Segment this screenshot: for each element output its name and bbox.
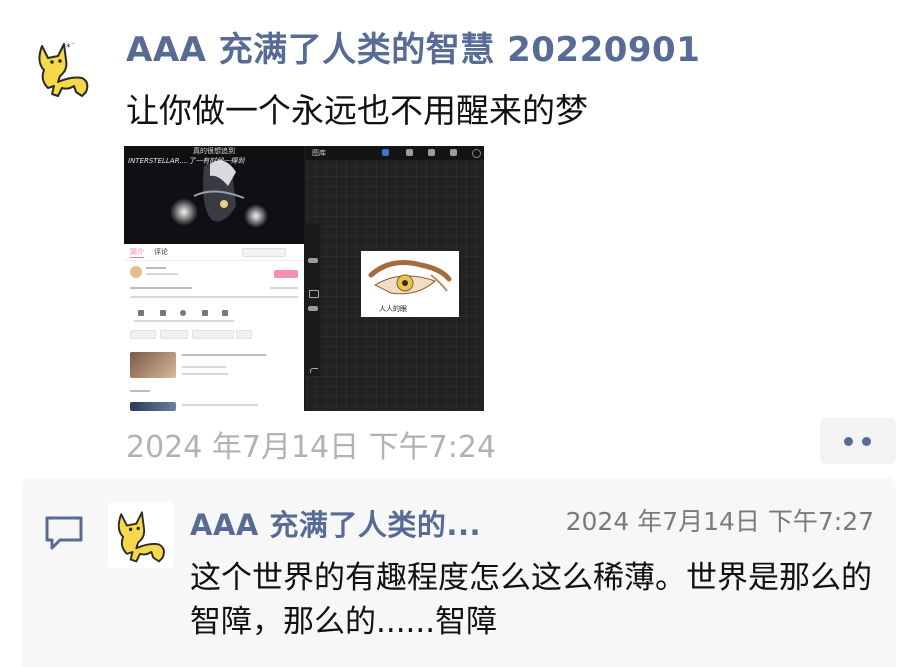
comment-avatar[interactable] [108,502,174,568]
post-timestamp: 2024 年7月14日 下午7:24 [126,430,497,465]
danmaku-input [242,248,286,257]
drawing-toolbar [306,146,484,160]
post-author-name[interactable]: AAA 充满了人类的智慧 20220901 [126,22,700,71]
smudge-icon [406,149,413,156]
more-button[interactable] [820,418,896,464]
cat-avatar-icon[interactable]: * . [28,36,98,100]
eye-drawing: 人人的眼 [361,251,459,317]
gallery-back: 图库 [312,149,326,157]
like-icon [138,310,144,316]
eraser-icon [428,149,435,156]
related-thumbnail [130,352,176,378]
video-tabs: 简介 评论 [124,244,304,261]
more-dots-icon [844,437,853,446]
brush-icon [382,149,389,156]
layers-icon [450,149,457,156]
video-caption: INTERSTELLAR....了一有时候一得到 [128,157,245,165]
undo-icon [310,368,318,373]
follow-button [274,270,298,278]
video-title: 真的很想追到 [124,146,304,156]
drawing-signature: 人人的眼 [379,304,407,313]
tab-comments: 评论 [154,248,168,256]
comment-bubble-icon [44,514,84,552]
comment-timestamp: 2024 年7月14日 下午7:27 [565,507,874,536]
svg-text:*: * [66,43,71,53]
post-image[interactable]: 真的很想追到 INTERSTELLAR....了一有时候一得到 简介 评论 图库… [124,146,484,411]
drawing-sidebar [306,224,320,376]
svg-text:.: . [72,38,74,46]
comment-text: 这个世界的有趣程度怎么这么稀薄。世界是那么的智障，那么的......智障 [190,560,872,640]
color-icon [472,149,481,158]
size-slider [308,258,318,263]
share-icon [222,310,228,316]
modify-icon [309,290,319,298]
comment-author-name[interactable]: AAA 充满了人类的... [190,502,481,544]
comments-section: AAA 充满了人类的... 2024 年7月14日 下午7:27 这个世界的有趣… [22,478,896,667]
opacity-slider [308,306,318,311]
post-text: 让你做一个永远也不用醒来的梦 [126,91,588,130]
dislike-icon [160,310,166,316]
coin-icon [180,310,186,316]
uploader-avatar [130,266,142,278]
tab-intro: 简介 [130,248,144,258]
video-player: 真的很想追到 INTERSTELLAR....了一有时候一得到 [124,146,304,244]
video-app-panel: 真的很想追到 INTERSTELLAR....了一有时候一得到 简介 评论 [124,146,304,411]
star-icon [202,310,208,316]
